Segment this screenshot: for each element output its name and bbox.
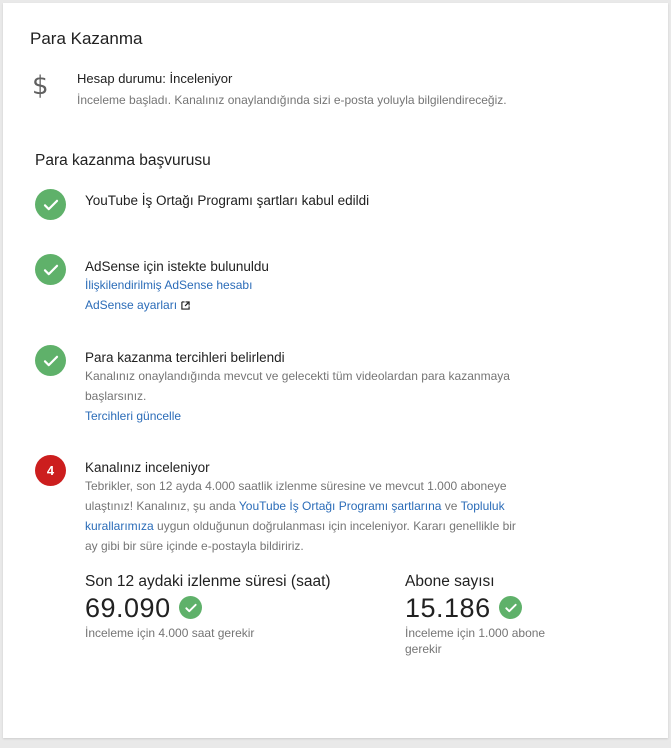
ypp-terms-link[interactable]: YouTube İş Ortağı Programı şartlarına [239, 499, 442, 513]
step-1-check-icon [35, 189, 66, 220]
application-section-title: Para kazanma başvurusu [35, 152, 211, 169]
subscribers-check-icon [499, 596, 522, 619]
step-4-text-line2b: ve [441, 499, 461, 513]
watch-hours-requirement: İnceleme için 4.000 saat gerekir [85, 626, 255, 640]
step-4-text-line2a: ulaştınız! Kanalınız, şu anda [85, 499, 239, 513]
step-4-number-badge: 4 [35, 455, 66, 486]
step-3-text-line1: Kanalınız onaylandığında mevcut ve gelec… [85, 369, 510, 383]
subscribers-label: Abone sayısı [405, 573, 495, 590]
step-4-text-line4: ay gibi bir süre içinde e-postayla bildi… [85, 539, 304, 553]
monetization-card: Para Kazanma $ Hesap durumu: İnceleniyor… [3, 3, 668, 738]
subscribers-value: 15.186 [405, 593, 491, 623]
step-4-title: Kanalınız inceleniyor [85, 460, 210, 475]
account-status-title: Hesap durumu: İnceleniyor [77, 71, 233, 86]
subscribers-requirement: İnceleme için 1.000 abone gerekir [405, 625, 545, 657]
subscribers-requirement-line1: İnceleme için 1.000 abone [405, 626, 546, 640]
step-3-title: Para kazanma tercihleri belirlendi [85, 350, 285, 365]
step-3-check-icon [35, 345, 66, 376]
watch-hours-label: Son 12 aydaki izlenme süresi (saat) [85, 573, 331, 590]
update-preferences-link[interactable]: Tercihleri güncelle [85, 409, 181, 423]
adsense-settings-link[interactable]: AdSense ayarları [85, 298, 190, 312]
step-3-description: Kanalınız onaylandığında mevcut ve gelec… [85, 366, 510, 426]
step-3-text-line2: başlarsınız. [85, 389, 147, 403]
community-guidelines-link-part1[interactable]: Topluluk [461, 499, 505, 513]
step-2-links: İlişkilendirilmiş AdSense hesabı AdSense… [85, 275, 252, 315]
dollar-icon: $ [32, 71, 49, 101]
adsense-settings-label: AdSense ayarları [85, 298, 178, 312]
step-1-title: YouTube İş Ortağı Programı şartları kabu… [85, 193, 370, 208]
step-4-description: Tebrikler, son 12 ayda 4.000 saatlik izl… [85, 476, 565, 556]
watch-hours-value: 69.090 [85, 593, 171, 623]
step-2-check-icon [35, 254, 66, 285]
step-4-text-line3b: uygun olduğunun doğrulanması için incele… [153, 519, 516, 533]
account-status-description: İnceleme başladı. Kanalınız onaylandığın… [77, 93, 507, 107]
external-link-icon [181, 301, 190, 311]
step-4-text-line1: Tebrikler, son 12 ayda 4.000 saatlik izl… [85, 479, 507, 493]
linked-adsense-account-link[interactable]: İlişkilendirilmiş AdSense hesabı [85, 278, 252, 292]
watch-hours-check-icon [179, 596, 202, 619]
page-title: Para Kazanma [30, 29, 143, 48]
subscribers-requirement-line2: gerekir [405, 642, 442, 656]
step-2-title: AdSense için istekte bulunuldu [85, 259, 269, 274]
community-guidelines-link-part2[interactable]: kurallarımıza [85, 519, 154, 533]
